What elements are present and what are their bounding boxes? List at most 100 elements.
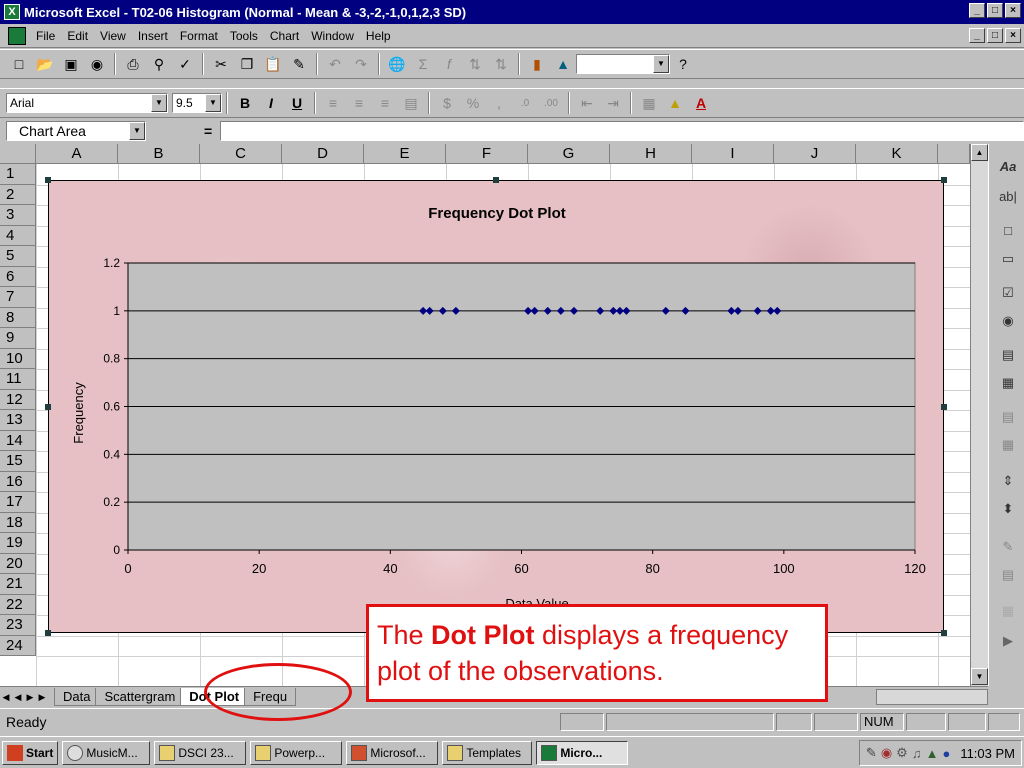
row-header[interactable]: 3 xyxy=(0,205,36,226)
row-header[interactable]: 9 xyxy=(0,328,36,349)
row-header[interactable]: 21 xyxy=(0,574,36,595)
function-icon[interactable]: f xyxy=(438,53,460,75)
save-icon[interactable]: ▣ xyxy=(60,53,82,75)
column-header[interactable]: K xyxy=(856,144,938,164)
speaker-icon[interactable]: ♫ xyxy=(912,746,922,761)
paste-icon[interactable]: 📋 xyxy=(262,53,284,75)
column-header[interactable]: C xyxy=(200,144,282,164)
doc-close-button[interactable]: × xyxy=(1005,28,1021,43)
increase-indent-icon[interactable]: ⇥ xyxy=(602,92,624,114)
menu-format[interactable]: Format xyxy=(174,29,224,43)
tab-scattergram[interactable]: Scattergram xyxy=(95,687,185,706)
open-icon[interactable]: 📂 xyxy=(34,53,56,75)
combo-drop-icon[interactable]: ▦ xyxy=(997,434,1019,456)
row-header[interactable]: 20 xyxy=(0,553,36,574)
edit-code-icon[interactable]: ▤ xyxy=(997,564,1019,586)
row-header[interactable]: 5 xyxy=(0,246,36,267)
combo-list-icon[interactable]: ▤ xyxy=(997,406,1019,428)
row-header[interactable]: 23 xyxy=(0,615,36,636)
redo-icon[interactable]: ↷ xyxy=(350,53,372,75)
formula-input[interactable] xyxy=(220,121,1024,141)
chart-area[interactable]: Frequency Dot Plot Frequency Data Value … xyxy=(45,177,947,636)
tab-data[interactable]: Data xyxy=(54,687,100,706)
menu-view[interactable]: View xyxy=(94,29,132,43)
vertical-scrollbar[interactable]: ▲ ▼ xyxy=(970,144,988,686)
font-size-combo[interactable]: 9.5 ▼ xyxy=(172,93,222,113)
combo-box-icon[interactable]: ▦ xyxy=(997,372,1019,394)
chevron-down-icon[interactable]: ▼ xyxy=(653,55,669,73)
menu-edit[interactable]: Edit xyxy=(61,29,94,43)
doc-minimize-button[interactable]: _ xyxy=(969,28,985,43)
decrease-decimal-icon[interactable]: .00 xyxy=(540,92,562,114)
taskbar-item[interactable]: MusicM... xyxy=(62,740,151,765)
menu-help[interactable]: Help xyxy=(360,29,397,43)
format-painter-icon[interactable]: ✎ xyxy=(288,53,310,75)
row-header[interactable]: 6 xyxy=(0,266,36,287)
column-header[interactable]: B xyxy=(118,144,200,164)
align-left-icon[interactable]: ≡ xyxy=(322,92,344,114)
prev-sheet-icon[interactable]: ◀ xyxy=(12,689,24,705)
copy-icon[interactable]: ❐ xyxy=(236,53,258,75)
menu-insert[interactable]: Insert xyxy=(132,29,174,43)
chevron-down-icon[interactable]: ▼ xyxy=(129,122,145,140)
row-header[interactable]: 10 xyxy=(0,348,36,369)
chart-wizard-icon[interactable]: ▮ xyxy=(526,53,548,75)
column-header[interactable]: J xyxy=(774,144,856,164)
percent-icon[interactable]: % xyxy=(462,92,484,114)
horizontal-scrollbar[interactable] xyxy=(876,688,988,705)
checkbox-icon[interactable]: ☑ xyxy=(997,282,1019,304)
row-header[interactable]: 14 xyxy=(0,430,36,451)
tray-icon[interactable]: ⚙ xyxy=(896,745,908,761)
tray-icon[interactable]: ▲ xyxy=(926,746,939,761)
row-header[interactable]: 15 xyxy=(0,451,36,472)
maximize-button[interactable]: □ xyxy=(987,3,1003,18)
cut-icon[interactable]: ✂ xyxy=(210,53,232,75)
scroll-down-button[interactable]: ▼ xyxy=(971,668,988,685)
undo-icon[interactable]: ↶ xyxy=(324,53,346,75)
chevron-down-icon[interactable]: ▼ xyxy=(205,94,221,112)
align-right-icon[interactable]: ≡ xyxy=(374,92,396,114)
row-header[interactable]: 19 xyxy=(0,533,36,554)
row-header[interactable]: 11 xyxy=(0,369,36,390)
list-box-icon[interactable]: ▤ xyxy=(997,344,1019,366)
tray-icon[interactable]: ✎ xyxy=(866,745,877,761)
scroll-up-button[interactable]: ▲ xyxy=(971,144,988,161)
autosum-icon[interactable]: Σ xyxy=(412,53,434,75)
close-button[interactable]: × xyxy=(1005,3,1021,18)
name-box[interactable]: Chart Area ▼ xyxy=(6,121,146,141)
tray-icon[interactable]: ● xyxy=(942,746,950,761)
currency-icon[interactable]: $ xyxy=(436,92,458,114)
row-header[interactable]: 17 xyxy=(0,492,36,513)
menu-file[interactable]: File xyxy=(30,29,61,43)
fill-color-icon[interactable]: ▲ xyxy=(664,92,686,114)
tray-icon[interactable]: ◉ xyxy=(881,745,892,761)
taskbar-item[interactable]: Microsof... xyxy=(346,740,439,765)
toggle-grid-icon[interactable]: ▦ xyxy=(997,600,1019,622)
menu-window[interactable]: Window xyxy=(305,29,360,43)
row-header[interactable]: 1 xyxy=(0,164,36,185)
row-header[interactable]: 18 xyxy=(0,512,36,533)
document-icon[interactable] xyxy=(8,26,26,45)
spelling-icon[interactable]: ✓ xyxy=(174,53,196,75)
sort-desc-icon[interactable]: ⇅ xyxy=(490,53,512,75)
decrease-indent-icon[interactable]: ⇤ xyxy=(576,92,598,114)
taskbar-item[interactable]: Powerp... xyxy=(250,740,343,765)
column-header[interactable] xyxy=(938,144,970,164)
control-properties-icon[interactable]: ✎ xyxy=(997,536,1019,558)
taskbar-item[interactable]: Templates xyxy=(442,740,533,765)
option-button-icon[interactable]: ◉ xyxy=(997,310,1019,332)
column-header[interactable]: D xyxy=(282,144,364,164)
row-header[interactable]: 8 xyxy=(0,307,36,328)
font-color-icon[interactable]: A xyxy=(690,92,712,114)
bold-icon[interactable]: B xyxy=(234,92,256,114)
row-header[interactable]: 13 xyxy=(0,410,36,431)
row-header[interactable]: 2 xyxy=(0,184,36,205)
column-header[interactable]: F xyxy=(446,144,528,164)
web-icon[interactable]: ◉ xyxy=(86,53,108,75)
button-icon[interactable]: ▭ xyxy=(997,248,1019,270)
help-icon[interactable]: ? xyxy=(672,53,694,75)
group-box-icon[interactable]: □ xyxy=(997,220,1019,242)
menu-tools[interactable]: Tools xyxy=(224,29,264,43)
menu-chart[interactable]: Chart xyxy=(264,29,305,43)
row-header[interactable]: 4 xyxy=(0,225,36,246)
